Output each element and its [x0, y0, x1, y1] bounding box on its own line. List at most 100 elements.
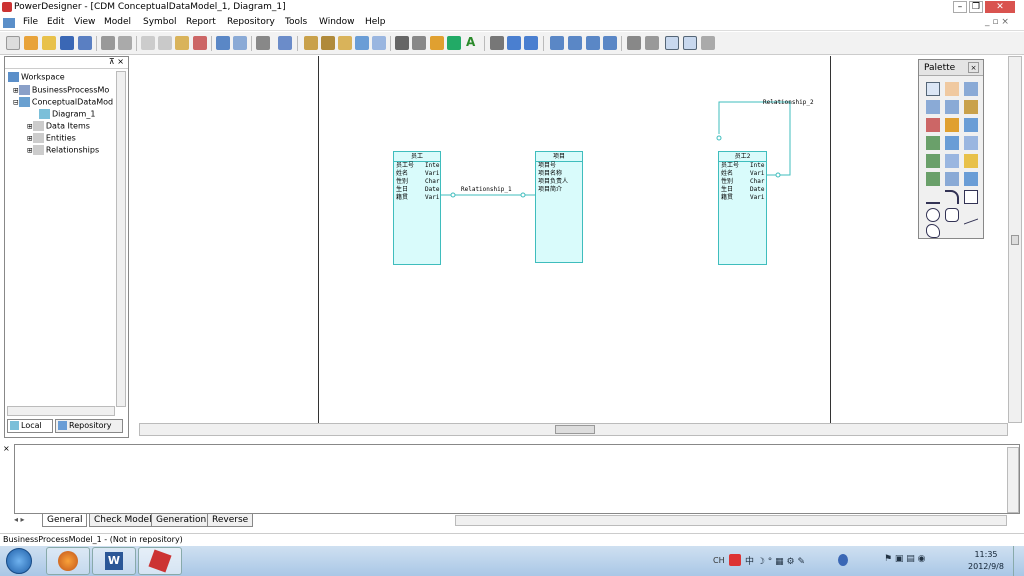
menu-symbol[interactable]: Symbol [143, 17, 177, 27]
file-icon[interactable] [945, 154, 959, 168]
tree-item-entities[interactable]: ⊞ Entities [27, 133, 76, 143]
entity-employee[interactable]: 员工 员工号 Inte 姓名 Vari 性别 Char 生日 Date 籍贯 Vari [393, 151, 441, 265]
entity-employee-2[interactable]: 员工2 员工号 Inte 姓名 Vari 性别 Char 生日 Date 籍贯 Vari [718, 151, 767, 265]
tab-generation[interactable]: Generation [151, 514, 212, 527]
print-preview-icon[interactable] [101, 36, 115, 50]
tree-item-diagram[interactable]: Diagram_1 [39, 109, 95, 119]
output-vertical-scrollbar[interactable] [1007, 447, 1019, 513]
scrollbar-thumb[interactable] [555, 425, 595, 434]
help-icon[interactable] [838, 554, 848, 566]
menu-file[interactable]: File [23, 17, 38, 27]
menu-report[interactable]: Report [186, 17, 216, 27]
print-icon[interactable] [118, 36, 132, 50]
ime-icon[interactable] [729, 554, 741, 566]
tree-item-relationships[interactable]: ⊞ Relationships [27, 145, 99, 155]
reverse-icon[interactable] [338, 36, 352, 50]
fill-icon[interactable] [447, 36, 461, 50]
open-package-icon[interactable] [945, 100, 959, 114]
tree-item-data-items[interactable]: ⊞ Data Items [27, 121, 90, 131]
line-icon[interactable] [926, 190, 940, 204]
title-icon[interactable] [945, 172, 959, 186]
close-icon[interactable]: ✕ [985, 1, 1015, 13]
menu-tools[interactable]: Tools [285, 17, 307, 27]
entity-project[interactable]: 项目 项目号 项目名称 项目负责人 项目简介 [535, 151, 583, 263]
open-folder-icon[interactable] [42, 36, 56, 50]
tree-item-business-process[interactable]: ⊞ BusinessProcessMo [13, 85, 109, 95]
browser-icon[interactable] [665, 36, 679, 50]
polyline-icon[interactable] [964, 205, 978, 225]
copy-icon[interactable] [158, 36, 172, 50]
canvas-horizontal-scrollbar[interactable] [139, 423, 1008, 436]
properties-icon[interactable] [964, 100, 978, 114]
association-link-icon[interactable] [926, 154, 940, 168]
polygon-icon[interactable] [926, 224, 940, 238]
open-icon[interactable] [24, 36, 38, 50]
menu-help[interactable]: Help [365, 17, 386, 27]
symbol-icon[interactable] [395, 36, 409, 50]
tree-item-conceptual-model[interactable]: ⊟ ConceptualDataMod [13, 97, 113, 107]
output-horizontal-scrollbar[interactable] [455, 515, 1007, 526]
diagram-canvas[interactable]: 员工 员工号 Inte 姓名 Vari 性别 Char 生日 Date 籍贯 Vari 项… [139, 56, 1008, 423]
minimize-icon[interactable]: – [953, 1, 967, 13]
cut-icon[interactable] [141, 36, 155, 50]
refresh-icon[interactable] [627, 36, 641, 50]
tray-icons[interactable]: ⚑ ▣ ▤ ◉ [884, 554, 926, 564]
undo-icon[interactable] [216, 36, 230, 50]
tab-reverse[interactable]: Reverse [207, 514, 254, 527]
new-icon[interactable] [6, 36, 20, 50]
relationship-icon[interactable] [926, 136, 940, 150]
zoom-out-icon[interactable] [926, 100, 940, 114]
format-icon[interactable] [412, 36, 426, 50]
zoom-fit-icon[interactable] [603, 36, 617, 50]
relationship-label[interactable]: Relationship_1 [461, 186, 512, 193]
canvas-vertical-scrollbar[interactable] [1008, 56, 1022, 423]
arrow-right-icon[interactable] [524, 36, 538, 50]
text-icon[interactable] [964, 172, 978, 186]
link-icon[interactable] [926, 172, 940, 186]
grid-icon[interactable] [645, 36, 659, 50]
generate-icon[interactable] [321, 36, 335, 50]
delete-icon[interactable] [193, 36, 207, 50]
output-icon[interactable] [683, 36, 697, 50]
pointer-icon[interactable] [926, 82, 940, 96]
menu-model[interactable]: Model [104, 17, 131, 27]
rounded-rectangle-icon[interactable] [945, 208, 959, 222]
output-pane[interactable] [14, 444, 1020, 514]
tab-scroll-arrows[interactable]: ◂ ▸ [14, 515, 25, 524]
model-icon[interactable] [278, 36, 292, 50]
result-list-icon[interactable] [701, 36, 715, 50]
menu-repository[interactable]: Repository [227, 17, 275, 27]
zoom-in-icon[interactable] [550, 36, 564, 50]
merge-icon[interactable] [372, 36, 386, 50]
tab-repository[interactable]: Repository [55, 419, 123, 433]
check-model-icon[interactable] [304, 36, 318, 50]
tab-general[interactable]: General [42, 514, 88, 527]
rectangle-icon[interactable] [964, 190, 978, 204]
zoom-page-icon[interactable] [586, 36, 600, 50]
compare-icon[interactable] [355, 36, 369, 50]
relationship-label[interactable]: Relationship_2 [763, 99, 814, 106]
menu-view[interactable]: View [74, 17, 95, 27]
language-indicator[interactable]: CH [713, 556, 725, 565]
zoom-icon[interactable] [964, 82, 978, 96]
tab-check-model[interactable]: Check Model [89, 514, 157, 527]
menu-edit[interactable]: Edit [47, 17, 64, 27]
ime-toolbar-icons[interactable]: 中 ☽ ° ▦ ⚙ ✎ [745, 554, 829, 567]
start-button-icon[interactable] [6, 548, 32, 574]
browser-pin-close[interactable]: ⊼ × [5, 57, 128, 69]
align-icon[interactable] [490, 36, 504, 50]
scrollbar-thumb[interactable] [1011, 235, 1019, 245]
close-icon[interactable]: × [968, 62, 979, 73]
mdi-controls[interactable]: _ ▫ × [985, 17, 1009, 27]
inheritance-icon[interactable] [945, 136, 959, 150]
properties-icon[interactable] [256, 36, 270, 50]
ellipse-icon[interactable] [926, 208, 940, 222]
association-icon[interactable] [964, 136, 978, 150]
delete-icon[interactable] [926, 118, 940, 132]
save-icon[interactable] [60, 36, 74, 50]
taskbar-powerdesigner[interactable] [138, 547, 182, 575]
taskbar-word[interactable]: W [92, 547, 136, 575]
pen-icon[interactable] [430, 36, 444, 50]
package-icon[interactable] [945, 118, 959, 132]
arrow-left-icon[interactable] [507, 36, 521, 50]
